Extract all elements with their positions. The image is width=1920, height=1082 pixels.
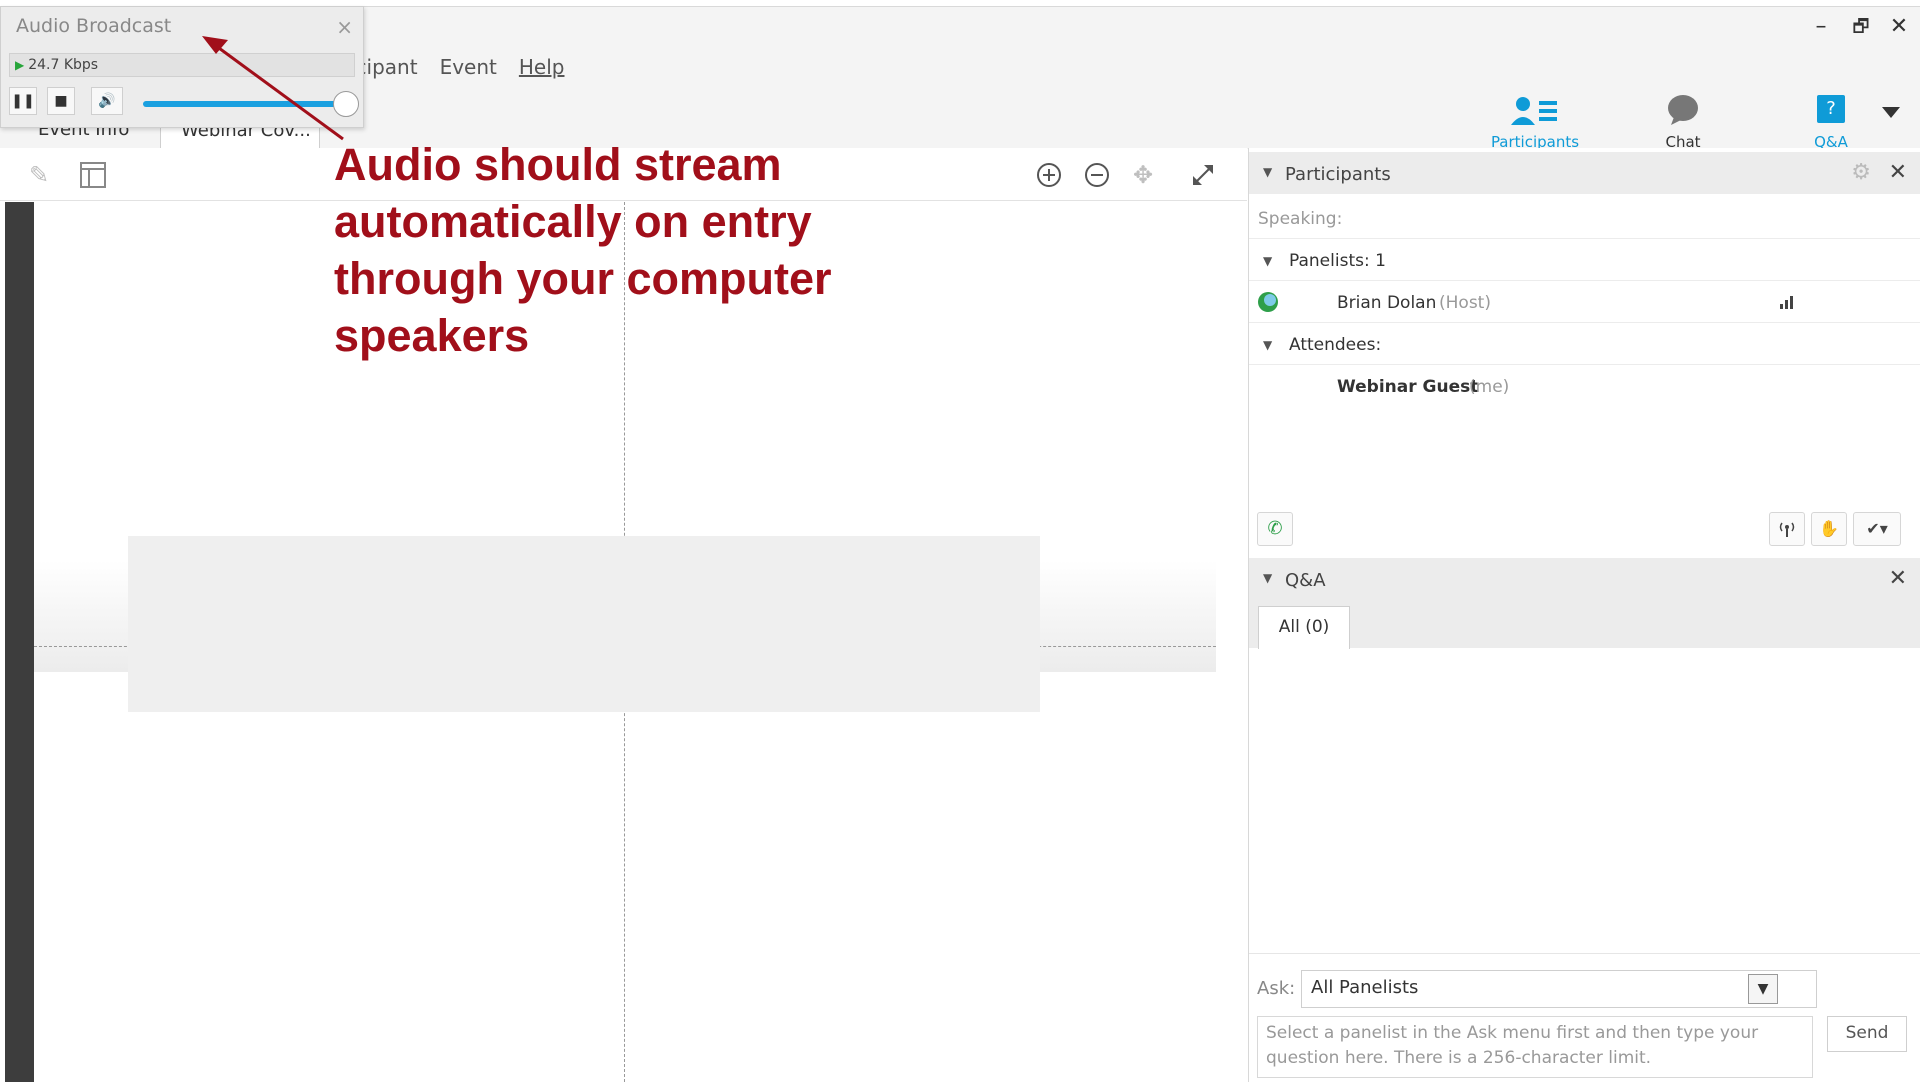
panel-tabs: Participants Chat ? Q&A [1480, 93, 1920, 153]
gear-icon[interactable]: ⚙ [1851, 160, 1871, 185]
collapse-participants-icon[interactable]: ▼ [1263, 165, 1272, 179]
qa-tab-all[interactable]: All (0) [1258, 606, 1350, 649]
layout-icon[interactable] [78, 160, 108, 190]
webinar-app-window: – 🗗 ✕ icipant Event Help Event Info Webi… [0, 0, 1920, 1082]
speaking-row: Speaking: [1249, 198, 1920, 239]
qa-title: Q&A [1285, 570, 1326, 591]
ask-label: Ask: [1257, 978, 1296, 999]
bitrate-value: 24.7 Kbps [28, 57, 99, 73]
send-button[interactable]: Send [1827, 1016, 1907, 1052]
collapse-attendees-icon[interactable]: ▼ [1263, 338, 1272, 352]
panelist-name: Brian Dolan [1337, 293, 1437, 313]
collapse-panelists-icon[interactable]: ▼ [1263, 254, 1272, 268]
slide-placeholder-box [128, 536, 1040, 712]
menu-bar: icipant Event Help [350, 55, 564, 83]
participants-icon [1511, 97, 1557, 125]
broadcast-icon[interactable] [1769, 512, 1805, 546]
panel-tab-participants[interactable]: Participants [1480, 93, 1590, 153]
zoom-out-icon[interactable] [1082, 160, 1112, 190]
pause-icon[interactable]: ❚❚ [9, 87, 37, 115]
right-panel: ▼ Participants ⚙ ✕ Speaking: ▼ Panelists… [1248, 148, 1920, 1082]
annotation-callout: Audio should stream automatically on ent… [334, 136, 954, 364]
panel-tab-qa[interactable]: ? Q&A [1776, 93, 1886, 153]
minimize-button[interactable]: – [1806, 15, 1836, 39]
menu-event[interactable]: Event [440, 55, 497, 83]
dropdown-icon[interactable] [1882, 107, 1900, 118]
panel-tab-chat[interactable]: Chat [1628, 93, 1738, 153]
panelists-row[interactable]: ▼ Panelists: 1 [1249, 240, 1920, 281]
ask-select[interactable]: All Panelists ▼ [1301, 970, 1817, 1008]
close-participants-button[interactable]: ✕ [1889, 160, 1907, 185]
volume-slider-track[interactable] [143, 101, 339, 107]
speaking-label: Speaking: [1258, 209, 1343, 229]
panelist-role: (Host) [1439, 293, 1491, 313]
zoom-in-icon[interactable] [1034, 160, 1064, 190]
audio-broadcast-title: Audio Broadcast [16, 15, 172, 37]
qa-icon: ? [1817, 95, 1845, 123]
bitrate-bar: ▶ 24.7 Kbps [9, 53, 355, 77]
qa-divider [1249, 953, 1920, 954]
ask-select-value: All Panelists [1311, 977, 1419, 998]
move-icon[interactable]: ✥ [1128, 160, 1158, 190]
attendee-row[interactable]: Webinar Guest (me) [1249, 366, 1920, 406]
close-audio-popup-button[interactable]: × [336, 15, 353, 39]
audio-broadcast-popup: Audio Broadcast × ▶ 24.7 Kbps ❚❚ ■ 🔊 [0, 6, 364, 128]
stop-icon[interactable]: ■ [47, 87, 75, 115]
qa-header: ▼ Q&A ✕ [1249, 558, 1920, 600]
menu-help[interactable]: Help [519, 55, 565, 83]
play-icon: ▶ [15, 58, 25, 72]
attendees-label: Attendees: [1289, 335, 1382, 355]
status-icon [1258, 292, 1278, 312]
participants-title: Participants [1285, 164, 1391, 185]
annotation-line-4: speakers [334, 310, 530, 361]
qa-tabbar: All (0) [1249, 600, 1920, 649]
signal-icon [1780, 296, 1793, 309]
attendee-role: (me) [1469, 377, 1510, 397]
annotation-line-2: automatically on entry [334, 196, 812, 247]
raise-hand-icon[interactable]: ✋ [1811, 512, 1847, 546]
feedback-icon[interactable]: ✔▾ [1853, 512, 1901, 546]
phone-question-icon[interactable]: ✆ [1257, 512, 1293, 546]
close-window-button[interactable]: ✕ [1884, 15, 1914, 39]
attendees-row[interactable]: ▼ Attendees: [1249, 324, 1920, 365]
chat-icon [1668, 95, 1698, 125]
attendee-name: Webinar Guest [1337, 377, 1479, 397]
panelist-row[interactable]: Brian Dolan (Host) [1249, 282, 1920, 323]
fullscreen-icon[interactable] [1188, 160, 1218, 190]
volume-slider-handle[interactable] [333, 91, 359, 117]
restore-button[interactable]: 🗗 [1846, 15, 1876, 39]
question-input[interactable]: Select a panelist in the Ask menu first … [1257, 1016, 1813, 1078]
panelists-label: Panelists: 1 [1289, 251, 1386, 271]
close-qa-button[interactable]: ✕ [1889, 566, 1907, 591]
annotation-line-3: through your computer [334, 253, 832, 304]
chevron-down-icon[interactable]: ▼ [1748, 974, 1778, 1004]
collapse-qa-icon[interactable]: ▼ [1263, 571, 1272, 585]
participants-header: ▼ Participants ⚙ ✕ [1249, 152, 1920, 194]
annotation-line-1: Audio should stream [334, 139, 782, 190]
ask-row: Ask: All Panelists ▼ [1249, 966, 1920, 1010]
pencil-icon[interactable]: ✎ [24, 160, 54, 190]
volume-icon[interactable]: 🔊 [91, 87, 123, 115]
